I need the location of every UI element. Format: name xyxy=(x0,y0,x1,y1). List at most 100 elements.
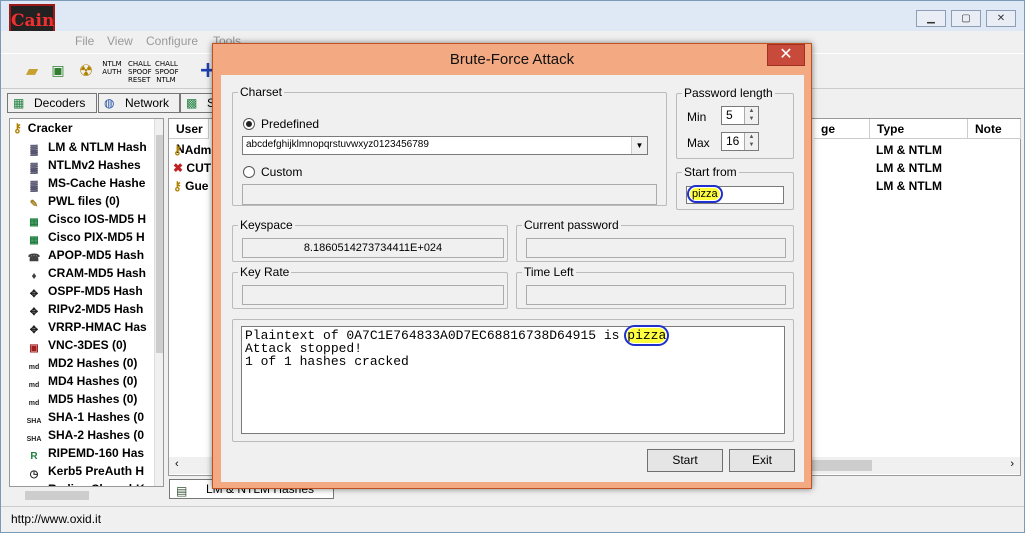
hashes-icon: ▤ xyxy=(176,484,188,498)
tree-item[interactable]: ▣ VNC-3DES (0) xyxy=(26,336,126,354)
tab-network-label: Network xyxy=(125,96,170,110)
tree-item[interactable]: ✥ VRRP-HMAC Has xyxy=(26,318,147,336)
exit-button[interactable]: Exit xyxy=(729,449,795,472)
radius-icon: ◈ xyxy=(26,486,42,487)
custom-radio[interactable] xyxy=(243,166,255,178)
result-log[interactable]: Plaintext of 0A7C1E764833A0D7EC68816738D… xyxy=(241,325,785,434)
chall-spoof-reset-label: CHALL SPOOF RESET xyxy=(128,60,152,84)
tree-item[interactable]: SHA SHA-2 Hashes (0 xyxy=(26,426,144,444)
tree-item[interactable]: ◈ Radius Shared-K xyxy=(26,480,145,487)
scroll-thumb[interactable] xyxy=(25,491,89,500)
tree-item[interactable]: ✎ PWL files (0) xyxy=(26,192,120,210)
log-line-summary: 1 of 1 hashes cracked xyxy=(245,354,409,369)
key-icon: ⚷ xyxy=(13,121,22,135)
chevron-down-icon[interactable]: ▼ xyxy=(631,137,647,154)
column-header-note[interactable]: Note xyxy=(968,119,1021,139)
tree-item[interactable]: R RIPEMD-160 Has xyxy=(26,444,144,462)
tree-item-label: Radius Shared-K xyxy=(48,482,145,486)
open-folder-icon[interactable]: ▰ xyxy=(21,60,43,84)
tree-item[interactable]: md MD4 Hashes (0) xyxy=(26,372,138,390)
predefined-charset-select[interactable]: abcdefghijklmnopqrstuvwxyz0123456789 ▼ xyxy=(242,136,648,155)
current-password-group: Current password xyxy=(516,218,794,262)
type-cell: LM & NTLM xyxy=(876,143,942,157)
tree-item[interactable]: ▓ LM & NTLM Hash xyxy=(26,138,146,156)
minimize-button[interactable]: ▁ xyxy=(916,10,946,27)
tab-decoders[interactable]: ▦ Decoders xyxy=(7,93,97,113)
dialog-body: Charset Predefined abcdefghijklmnopqrstu… xyxy=(221,75,804,482)
max-value: 16 xyxy=(726,134,740,148)
custom-charset-input[interactable] xyxy=(242,184,657,205)
type-cell: LM & NTLM xyxy=(876,161,942,175)
tree-item-label: CRAM-MD5 Hash xyxy=(48,266,147,280)
predefined-radio[interactable] xyxy=(243,118,255,130)
tree-item-label: RIPv2-MD5 Hash xyxy=(48,302,144,316)
title-bar: ▁ ▢ ✕ xyxy=(1,1,1024,31)
radiation-icon[interactable]: ☢ xyxy=(75,60,97,84)
tree-item[interactable]: ✥ OSPF-MD5 Hash xyxy=(26,282,143,300)
tree-item-label: RIPEMD-160 Has xyxy=(48,446,145,460)
predefined-charset-value: abcdefghijklmnopqrstuvwxyz0123456789 xyxy=(246,139,429,150)
tree-item[interactable]: ☎ APOP-MD5 Hash xyxy=(26,246,144,264)
menu-view[interactable]: View xyxy=(107,34,133,48)
column-header-age[interactable]: ge xyxy=(814,119,870,139)
password-length-legend: Password length xyxy=(682,86,775,100)
time-left-group: Time Left xyxy=(516,265,794,309)
tree-item[interactable]: ▓ MS-Cache Hashe xyxy=(26,174,145,192)
keyspace-group: Keyspace 8.1860514273734411E+024 xyxy=(232,218,508,262)
tree-item-label: PWL files (0) xyxy=(48,194,120,208)
ntlm-auth-button[interactable]: NTLM AUTH xyxy=(101,60,123,84)
menu-configure[interactable]: Configure xyxy=(146,34,198,48)
start-button[interactable]: Start xyxy=(647,449,723,472)
tree-item[interactable]: md MD2 Hashes (0) xyxy=(26,354,138,372)
network-card-icon[interactable]: ▣ xyxy=(47,60,69,84)
menu-file[interactable]: File xyxy=(75,34,94,48)
start-from-group: Start from pizza xyxy=(676,165,794,210)
dialog-close-button[interactable]: ✕ xyxy=(767,44,805,66)
scroll-left-icon[interactable]: ‹ xyxy=(175,458,179,470)
scroll-thumb[interactable] xyxy=(156,135,163,353)
window-close-button[interactable]: ✕ xyxy=(986,10,1016,27)
column-header-user[interactable]: User N xyxy=(169,119,209,156)
spinner-arrows-icon[interactable]: ▲ ▼ xyxy=(744,133,758,150)
tree-item[interactable]: ♦ CRAM-MD5 Hash xyxy=(26,264,146,282)
custom-label: Custom xyxy=(261,165,303,179)
tree-item-label: VRRP-HMAC Has xyxy=(48,320,147,334)
maximize-button[interactable]: ▢ xyxy=(951,10,981,27)
spinner-arrows-icon[interactable]: ▲ ▼ xyxy=(744,107,758,124)
tree-item[interactable]: ▓ NTLMv2 Hashes xyxy=(26,156,141,174)
start-from-input[interactable]: pizza xyxy=(686,185,784,204)
tree-item-label: Cisco IOS-MD5 H xyxy=(48,212,147,226)
min-value: 5 xyxy=(726,108,733,122)
tree-item-label: MD5 Hashes (0) xyxy=(48,392,138,406)
max-length-spinner[interactable]: 16 ▲ ▼ xyxy=(721,132,759,151)
tree-vertical-scrollbar[interactable] xyxy=(154,119,163,486)
tree-item[interactable]: ▦ Cisco IOS-MD5 H xyxy=(26,210,146,228)
tree-item[interactable]: SHA SHA-1 Hashes (0 xyxy=(26,408,144,426)
tree-item-label: MD4 Hashes (0) xyxy=(48,374,138,388)
cracked-password: pizza xyxy=(624,325,670,346)
tree-item-label: Kerb5 PreAuth H xyxy=(48,464,145,478)
keyspace-value: 8.1860514273734411E+024 xyxy=(242,238,504,258)
table-row[interactable]: ⚷ Adm xyxy=(173,141,211,159)
tree-item[interactable]: md MD5 Hashes (0) xyxy=(26,390,138,408)
tree-item-label: NTLMv2 Hashes xyxy=(48,158,141,172)
predefined-label: Predefined xyxy=(261,117,320,131)
tree-root-cracker[interactable]: ⚷ Cracker xyxy=(13,121,73,135)
tree-horizontal-scrollbar[interactable] xyxy=(9,488,164,503)
tree-item[interactable]: ◷ Kerb5 PreAuth H xyxy=(26,462,144,480)
scroll-right-icon[interactable]: › xyxy=(1010,458,1014,470)
max-label: Max xyxy=(687,136,710,150)
scroll-thumb[interactable] xyxy=(812,460,872,471)
tree-item[interactable]: ▦ Cisco PIX-MD5 H xyxy=(26,228,144,246)
user-key-icon: ⚷ xyxy=(173,143,182,157)
table-row[interactable]: ✖ CUT xyxy=(173,159,211,177)
tree-item[interactable]: ✥ RIPv2-MD5 Hash xyxy=(26,300,144,318)
column-header-type[interactable]: Type xyxy=(870,119,968,139)
chall-spoof-reset-button[interactable]: CHALL SPOOF RESET xyxy=(128,60,152,84)
tab-network[interactable]: ◍ Network xyxy=(98,93,180,113)
min-length-spinner[interactable]: 5 ▲ ▼ xyxy=(721,106,759,125)
key-rate-value xyxy=(242,285,504,305)
tree-item-label: MS-Cache Hashe xyxy=(48,176,146,190)
table-row[interactable]: ⚷ Gue xyxy=(173,177,208,195)
chall-spoof-ntlm-button[interactable]: CHALL SPOOF NTLM xyxy=(155,60,179,84)
